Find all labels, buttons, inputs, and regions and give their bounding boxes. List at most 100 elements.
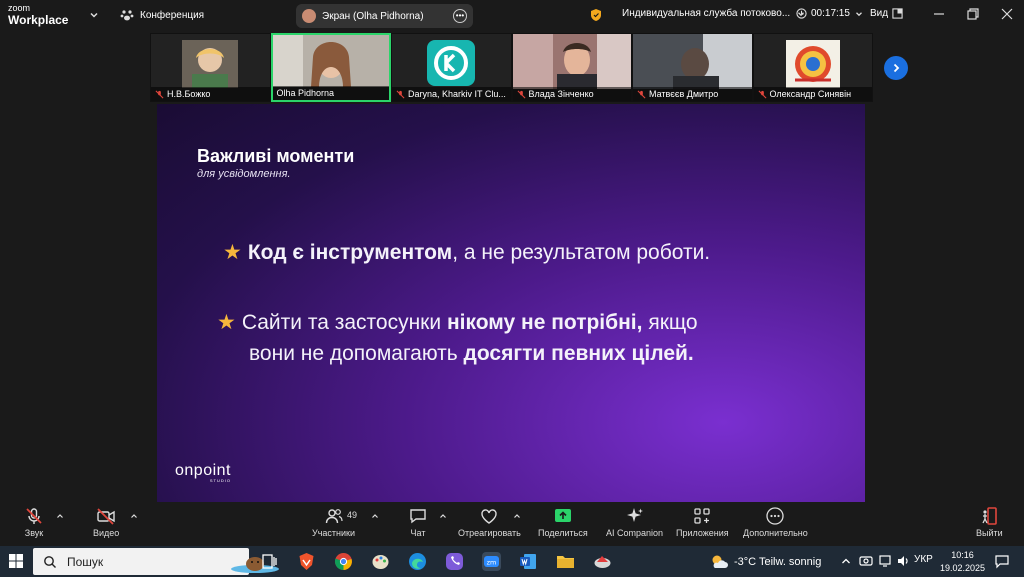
- slide-point-1: ★ Код є інструментом, а не результатом ро…: [223, 237, 710, 268]
- star-icon: ★: [223, 241, 242, 264]
- mic-off-icon: [26, 508, 42, 524]
- more-button[interactable]: Дополнительно: [743, 506, 808, 538]
- edge-icon[interactable]: [408, 552, 427, 571]
- point3-bold: досягти певних цілей.: [463, 342, 694, 365]
- minimize-icon[interactable]: [932, 7, 946, 21]
- system-clock[interactable]: 10:16 19.02.2025: [940, 549, 985, 575]
- more-options-icon[interactable]: •••: [453, 9, 467, 23]
- clock-time: 10:16: [951, 550, 974, 560]
- slide-point-2: ★ Сайти та застосунки нікому не потрібні,…: [217, 307, 698, 338]
- participants-label: Участники: [312, 528, 355, 538]
- sparkle-icon: [626, 508, 643, 522]
- chevron-up-icon[interactable]: [840, 555, 852, 567]
- leave-button[interactable]: Выйти: [976, 506, 1003, 538]
- clock-icon: [796, 8, 807, 19]
- point2-start: Сайти та застосунки: [241, 311, 447, 334]
- people-icon: [325, 509, 343, 524]
- chrome-icon[interactable]: [334, 552, 353, 571]
- participant-tile[interactable]: Влада Зінченко: [511, 33, 632, 102]
- grid-icon: [892, 8, 903, 19]
- screen-share-label: Экран (Olha Pidhorna): [322, 10, 424, 22]
- participant-namebar: Daryna, Kharkiv IT Clu...: [392, 87, 511, 101]
- mic-off-icon: [637, 90, 646, 98]
- brave-browser-icon[interactable]: [297, 552, 316, 571]
- windows-start-icon[interactable]: [9, 554, 23, 568]
- taskbar-search-input[interactable]: Пошук: [33, 548, 279, 575]
- app-icon[interactable]: [593, 552, 612, 571]
- participant-video: [182, 40, 239, 88]
- view-label: Вид: [870, 8, 889, 19]
- participant-namebar: Олександр Синявін: [753, 87, 872, 101]
- mic-off-icon: [517, 90, 525, 98]
- speaker-icon[interactable]: [896, 554, 910, 568]
- camera-tray-icon[interactable]: [859, 554, 873, 568]
- meeting-info[interactable]: Конференция: [120, 8, 204, 22]
- chevron-up-icon[interactable]: [371, 512, 379, 520]
- zoom-window: zoom Workplace Конференция Экран (Olha P…: [0, 0, 1024, 577]
- weather-widget[interactable]: -3°C Teilw. sonnig: [710, 554, 821, 570]
- chevron-up-icon[interactable]: [130, 512, 138, 520]
- zoom-taskbar-icon[interactable]: zm: [482, 552, 501, 571]
- participants-count: 49: [347, 510, 358, 520]
- mic-off-icon: [155, 90, 164, 98]
- participant-name: Н.В.Божко: [167, 89, 211, 99]
- meeting-timer[interactable]: 00:17:15: [796, 8, 864, 19]
- screen-share-pill[interactable]: Экран (Olha Pidhorna) •••: [296, 4, 473, 28]
- task-view-icon[interactable]: [260, 552, 279, 571]
- next-participants-button[interactable]: [884, 56, 908, 80]
- clock-date: 19.02.2025: [940, 563, 986, 573]
- chevron-up-icon[interactable]: [439, 512, 447, 520]
- audio-button[interactable]: Звук: [24, 506, 44, 538]
- leave-label: Выйти: [976, 528, 1003, 538]
- view-button[interactable]: Вид: [870, 8, 903, 19]
- leave-icon: [982, 507, 998, 525]
- title-bar: zoom Workplace Конференция Экран (Olha P…: [0, 0, 1024, 32]
- shared-screen-slide: Важливі моменти для усвідомлення. ★ Код є…: [157, 104, 865, 502]
- file-explorer-icon[interactable]: [556, 552, 575, 571]
- keyboard-language[interactable]: УКР: [914, 554, 933, 565]
- participant-name: Олександр Синявін: [769, 89, 852, 99]
- participant-video: [512, 34, 632, 89]
- meeting-toolbar: Звук Видео Участники 49 Чат Отреагироват…: [0, 502, 1024, 546]
- ai-companion-button[interactable]: AI Companion: [606, 506, 663, 538]
- chat-button[interactable]: Чат: [408, 506, 428, 538]
- participant-tile[interactable]: Н.В.Божко: [150, 33, 271, 102]
- chevron-up-icon[interactable]: [56, 512, 64, 520]
- participant-tile[interactable]: Олександр Синявін: [752, 33, 873, 102]
- paint-icon[interactable]: [371, 552, 390, 571]
- zoom-logo[interactable]: zoom Workplace: [8, 4, 69, 27]
- participant-namebar: Н.В.Божко: [151, 87, 270, 101]
- more-label: Дополнительно: [743, 528, 808, 538]
- search-icon: [44, 555, 56, 568]
- video-off-icon: [97, 508, 115, 525]
- participant-logo: [427, 40, 476, 86]
- live-service[interactable]: Индивидуальная служба потоково...: [622, 8, 806, 19]
- logo-line2: Workplace: [8, 13, 69, 27]
- search-placeholder: Пошук: [67, 554, 104, 569]
- point1-rest: , а не результатом роботи.: [452, 241, 711, 264]
- participant-tile[interactable]: Матвєєв Дмитро: [632, 33, 753, 102]
- word-icon[interactable]: [519, 552, 538, 571]
- chevron-up-icon[interactable]: [513, 512, 521, 520]
- mic-off-icon: [758, 90, 766, 98]
- ai-label: AI Companion: [606, 528, 664, 538]
- react-button[interactable]: Отреагировать: [458, 506, 521, 538]
- participant-tile-active[interactable]: Olha Pidhorna: [270, 33, 391, 102]
- video-button[interactable]: Видео: [93, 506, 119, 538]
- shield-icon[interactable]: [590, 8, 602, 22]
- point1-bold: Код є інструментом: [247, 241, 453, 264]
- restore-icon[interactable]: [966, 7, 980, 21]
- chevron-down-icon[interactable]: [88, 9, 100, 21]
- notifications-icon[interactable]: [994, 553, 1010, 569]
- participant-video: [633, 34, 752, 89]
- share-screen-icon: [554, 509, 571, 522]
- timer-value: 00:17:15: [811, 8, 850, 19]
- participant-tile[interactable]: Daryna, Kharkiv IT Clu...: [391, 33, 512, 102]
- close-icon[interactable]: [1000, 7, 1014, 21]
- viber-icon[interactable]: [445, 552, 464, 571]
- apps-label: Приложения: [676, 528, 729, 538]
- network-icon[interactable]: [878, 554, 892, 568]
- slide-subtitle: для усвідомлення.: [197, 168, 291, 180]
- apps-button[interactable]: Приложения: [676, 506, 729, 538]
- share-button[interactable]: Поделиться: [538, 506, 588, 538]
